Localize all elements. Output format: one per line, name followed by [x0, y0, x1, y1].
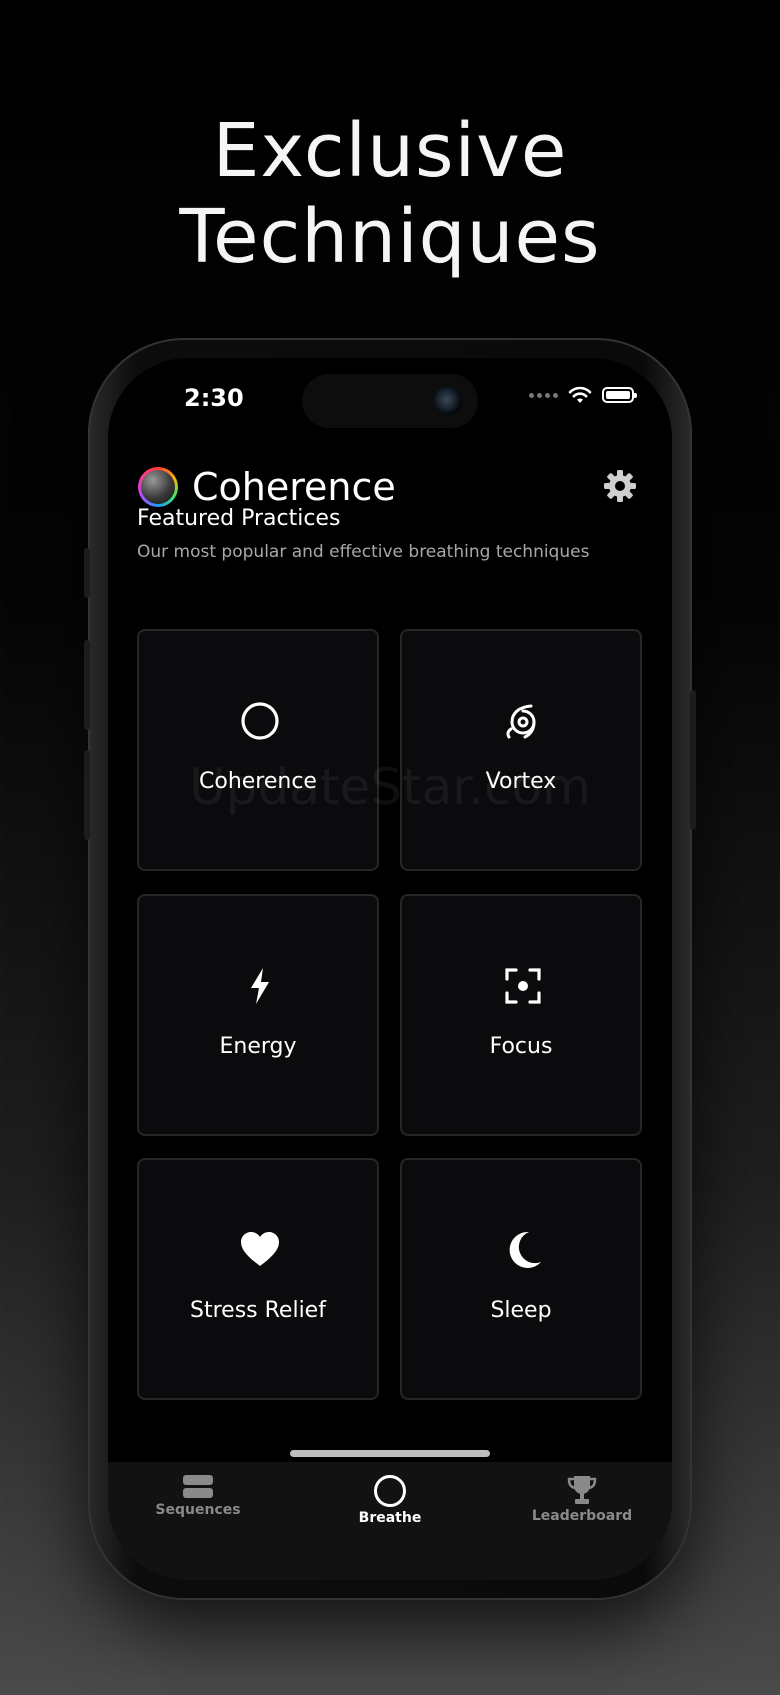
focus-target-icon — [505, 968, 541, 1004]
practice-card-label: Stress Relief — [190, 1298, 326, 1323]
home-indicator[interactable] — [290, 1450, 490, 1457]
cellular-signal-icon — [529, 392, 558, 398]
practice-card-focus[interactable]: Focus — [400, 894, 642, 1136]
app-logo-icon — [138, 467, 178, 507]
status-time: 2:30 — [184, 384, 244, 412]
practice-card-sleep[interactable]: Sleep — [400, 1158, 642, 1400]
headline-line-2: Techniques — [179, 194, 601, 280]
camera-lens-icon — [434, 387, 462, 415]
tab-sequences[interactable]: Sequences — [108, 1474, 288, 1534]
featured-title: Featured Practices — [137, 506, 341, 531]
phone-volume-down-button — [84, 750, 90, 840]
practice-card-label: Energy — [219, 1034, 297, 1059]
practice-card-label: Focus — [489, 1034, 553, 1059]
phone-power-button — [690, 690, 696, 830]
practice-card-coherence[interactable]: Coherence — [137, 629, 379, 871]
moon-icon — [509, 1231, 541, 1268]
featured-subtitle: Our most popular and effective breathing… — [137, 542, 590, 562]
practice-card-vortex[interactable]: Vortex — [400, 629, 642, 871]
lightning-bolt-icon — [251, 968, 269, 1004]
app-title: Coherence — [192, 465, 396, 509]
gear-icon[interactable] — [602, 468, 638, 504]
phone-screen: 2:30 Coherence Featured Practices Our mo… — [108, 358, 672, 1580]
tab-bar: Sequences Breathe Leaderboard — [108, 1462, 672, 1580]
app-header: Coherence — [138, 462, 642, 512]
stack-icon — [183, 1475, 213, 1498]
practice-card-label: Sleep — [490, 1298, 552, 1323]
tab-leaderboard[interactable]: Leaderboard — [492, 1474, 672, 1534]
promo-headline: Exclusive Techniques — [0, 108, 780, 280]
practice-card-stress-relief[interactable]: Stress Relief — [137, 1158, 379, 1400]
tab-label: Breathe — [358, 1510, 422, 1526]
status-indicators — [529, 386, 637, 404]
practice-card-energy[interactable]: Energy — [137, 894, 379, 1136]
tab-label: Sequences — [155, 1502, 241, 1518]
circle-icon — [374, 1475, 406, 1507]
wifi-icon — [568, 386, 592, 403]
watermark: UpdateStar.com — [189, 758, 591, 816]
dynamic-island — [302, 374, 478, 428]
phone-volume-up-button — [84, 640, 90, 730]
phone-side-button — [84, 548, 90, 598]
trophy-icon — [567, 1476, 597, 1504]
battery-icon — [602, 387, 637, 403]
circle-icon — [241, 702, 279, 740]
heart-icon — [241, 1232, 279, 1266]
tab-label: Leaderboard — [531, 1508, 633, 1524]
headline-line-1: Exclusive — [212, 108, 568, 194]
vortex-icon — [506, 704, 536, 739]
tab-breathe[interactable]: Breathe — [300, 1474, 480, 1534]
